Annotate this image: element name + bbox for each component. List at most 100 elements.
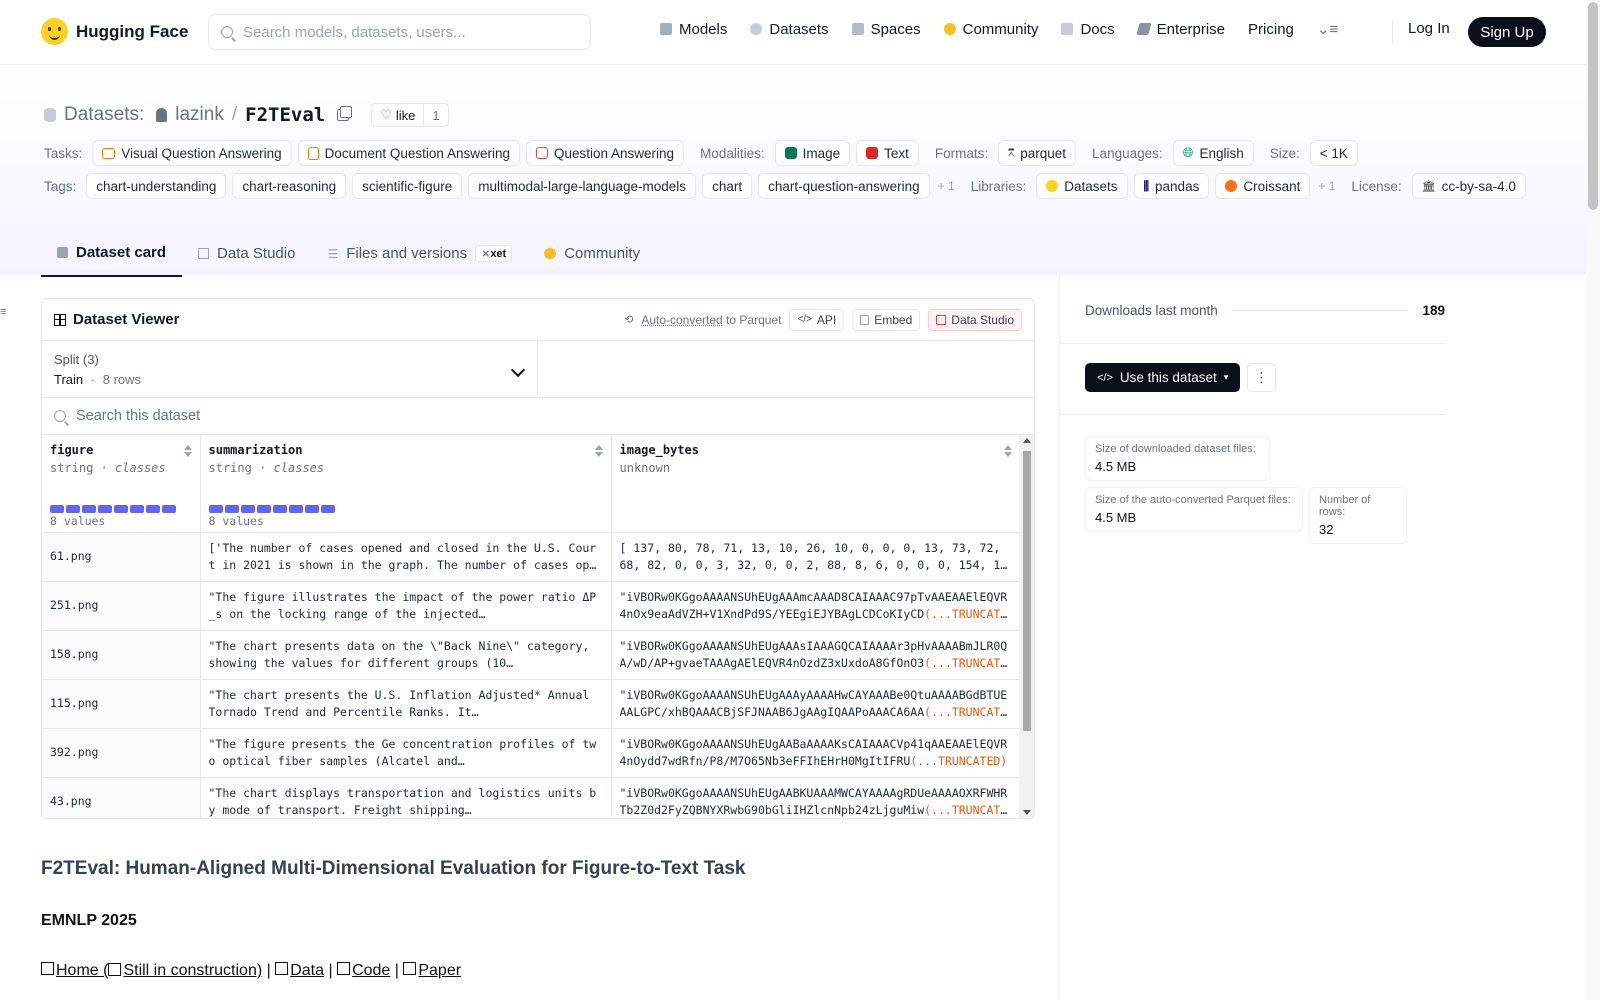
table-row[interactable]: 392.png "The figure presents the Ge conce… [42, 728, 1021, 778]
tab-data-studio[interactable]: Data Studio [182, 229, 311, 277]
nav-models[interactable]: Models [660, 21, 727, 38]
cell-image-bytes[interactable]: [ 137, 80, 78, 71, 13, 10, 26, 10, 0, 0,… [611, 532, 1021, 582]
task-chip[interactable]: Question Answering [525, 140, 685, 166]
global-search-input[interactable] [243, 23, 563, 41]
modality-chip[interactable]: Text [856, 140, 919, 166]
page-scrollbar-thumb[interactable] [1588, 2, 1598, 210]
cell-text: "iVBORw0KGgoAAAANSUhEUgAABKUAAAMWCAYAAAA… [620, 785, 1012, 819]
api-button[interactable]: </> API [789, 308, 845, 331]
nav-enterprise[interactable]: Enterprise [1136, 21, 1225, 38]
cell-figure[interactable]: 61.png [42, 532, 201, 582]
tag-chip[interactable]: multimodal-large-language-models [468, 173, 697, 199]
nav-spaces[interactable]: Spaces [851, 21, 921, 38]
nav-docs[interactable]: Docs [1061, 21, 1115, 38]
cell-image-bytes[interactable]: "iVBORw0KGgoAAAANSUhEUgAABaAAAAKsCAIAAAC… [611, 728, 1021, 778]
tags-more[interactable]: + 1 [938, 179, 955, 193]
tab-community[interactable]: Community [528, 229, 656, 277]
signup-button[interactable]: Sign Up [1468, 17, 1546, 47]
libraries-more[interactable]: + 1 [1318, 179, 1335, 193]
scroll-up-icon[interactable] [1023, 438, 1031, 443]
table-row[interactable]: 251.png "The figure illustrates the impac… [42, 581, 1021, 631]
code-link[interactable]: Code [352, 962, 390, 980]
task-chip[interactable]: Document Question Answering [297, 140, 520, 166]
home-link[interactable]: Home (Still in construction) [56, 962, 262, 980]
sort-icon[interactable] [183, 445, 192, 457]
scroll-down-icon[interactable] [1023, 810, 1031, 815]
library-chip[interactable]: ⫼ pandas [1133, 173, 1210, 199]
login-button[interactable]: Log In [1408, 20, 1450, 37]
datasets-section-link[interactable]: Datasets: [64, 104, 144, 126]
modality-chip[interactable]: Image [774, 140, 851, 166]
nav-pricing[interactable]: Pricing [1248, 21, 1294, 38]
cell-figure[interactable]: 392.png [42, 728, 201, 778]
cell-image-bytes[interactable]: "iVBORw0KGgoAAAANSUhEUgAAAmcAAAD8CAIAAAC… [611, 581, 1021, 631]
cell-text: 158.png [50, 647, 99, 661]
value-histogram[interactable] [50, 504, 176, 513]
modality-label: Text [884, 145, 909, 161]
tag-chip[interactable]: chart-reasoning [232, 173, 347, 199]
table-row[interactable]: 61.png ['The number of cases opened and c… [42, 532, 1021, 582]
value-histogram[interactable] [208, 504, 335, 513]
table-scrollbar-thumb[interactable] [1023, 451, 1031, 731]
copy-icon[interactable] [337, 106, 353, 121]
table-container[interactable]: figure string · classes 8 values summari… [42, 435, 1034, 819]
data-link[interactable]: Data [290, 962, 324, 980]
dataset-search[interactable] [42, 398, 1034, 435]
page-scrollbar[interactable] [1586, 0, 1600, 1000]
license-chip[interactable]: 🏛︎ cc-by-sa-4.0 [1411, 173, 1526, 199]
tag-chip[interactable]: scientific-figure [352, 173, 463, 199]
embed-button[interactable]: Embed [852, 308, 921, 331]
tab-files-and-versions[interactable]: ☰ Files and versions ⨯xet [311, 229, 528, 277]
library-chip[interactable]: Croissant [1215, 173, 1311, 199]
cell-summarization[interactable]: "The figure illustrates the impact of th… [200, 581, 612, 631]
nav-datasets[interactable]: Datasets [750, 21, 829, 38]
nav-more-menu[interactable]: ⌄≡ [1317, 20, 1338, 38]
column-type-text: string [208, 461, 252, 475]
table-scrollbar[interactable] [1019, 435, 1034, 818]
cell-image-bytes[interactable]: "iVBORw0KGgoAAAANSUhEUgAAAsIAAAGQCAIAAAA… [611, 630, 1021, 680]
language-chip[interactable]: 🌐︎ English [1172, 140, 1254, 166]
column-header-figure[interactable]: figure string · classes 8 values [42, 435, 201, 533]
cell-summarization[interactable]: ['The number of cases opened and closed … [200, 532, 612, 582]
size-chip[interactable]: < 1K [1309, 140, 1358, 166]
library-chip[interactable]: Datasets [1036, 173, 1128, 199]
table-row[interactable]: 115.png "The chart presents the U.S. Infl… [42, 679, 1021, 729]
task-chip[interactable]: Visual Question Answering [92, 140, 292, 166]
dataset-search-input[interactable] [76, 408, 676, 424]
table-row[interactable]: 158.png "The chart presents data on the \… [42, 630, 1021, 680]
paper-link[interactable]: Paper [418, 962, 461, 980]
cell-image-bytes[interactable]: "iVBORw0KGgoAAAANSUhEUgAABKUAAAMWCAYAAAA… [611, 777, 1021, 819]
dataset-name: F2TEval [245, 104, 326, 126]
cell-image-bytes[interactable]: "iVBORw0KGgoAAAANSUhEUgAAAyAAAAHwCAYAAAB… [611, 679, 1021, 729]
cell-summarization[interactable]: "The chart presents data on the \"Back N… [200, 630, 612, 680]
global-search[interactable] [208, 14, 591, 50]
nav-community[interactable]: Community [943, 21, 1038, 38]
tag-chip[interactable]: chart [702, 173, 753, 199]
sort-icon[interactable] [594, 445, 603, 457]
column-header-image-bytes[interactable]: image_bytes unknown [611, 435, 1021, 533]
autoconverted-link[interactable]: Auto-converted to Parquet [641, 313, 781, 327]
tag-chip[interactable]: chart-question-answering [758, 173, 930, 199]
owner-link[interactable]: lazink [175, 104, 224, 126]
use-dataset-button[interactable]: </> Use this dataset ▾ [1085, 363, 1241, 392]
task-label: Question Answering [553, 145, 675, 161]
format-chip[interactable]: ⩞ parquet [998, 140, 1077, 166]
cell-summarization[interactable]: "The figure presents the Ge concentratio… [200, 728, 612, 778]
tab-dataset-card[interactable]: Dataset card [41, 229, 183, 277]
cell-figure[interactable]: 43.png [42, 777, 201, 818]
brand-logo[interactable]: Hugging Face [41, 18, 188, 45]
cell-figure[interactable]: 251.png [42, 581, 201, 631]
cell-figure[interactable]: 158.png [42, 630, 201, 680]
cell-summarization[interactable]: "The chart displays transportation and l… [200, 777, 612, 818]
tag-chip[interactable]: chart-understanding [86, 173, 227, 199]
column-header-summarization[interactable]: summarization string · classes 8 values [200, 435, 612, 533]
table-row[interactable]: 43.png "The chart displays transportation… [42, 777, 1021, 819]
like-button[interactable]: ♡ like 1 [371, 103, 449, 127]
cell-figure[interactable]: 115.png [42, 679, 201, 729]
cell-summarization[interactable]: "The chart presents the U.S. Inflation A… [200, 679, 612, 729]
sidebar-toggle[interactable]: ≡ [0, 302, 10, 318]
sort-icon[interactable] [1003, 445, 1012, 457]
data-studio-button[interactable]: Data Studio [928, 308, 1022, 331]
split-select[interactable]: Split (3) Train · 8 rows [42, 341, 538, 397]
more-options-button[interactable]: ⋮ [1247, 363, 1276, 392]
